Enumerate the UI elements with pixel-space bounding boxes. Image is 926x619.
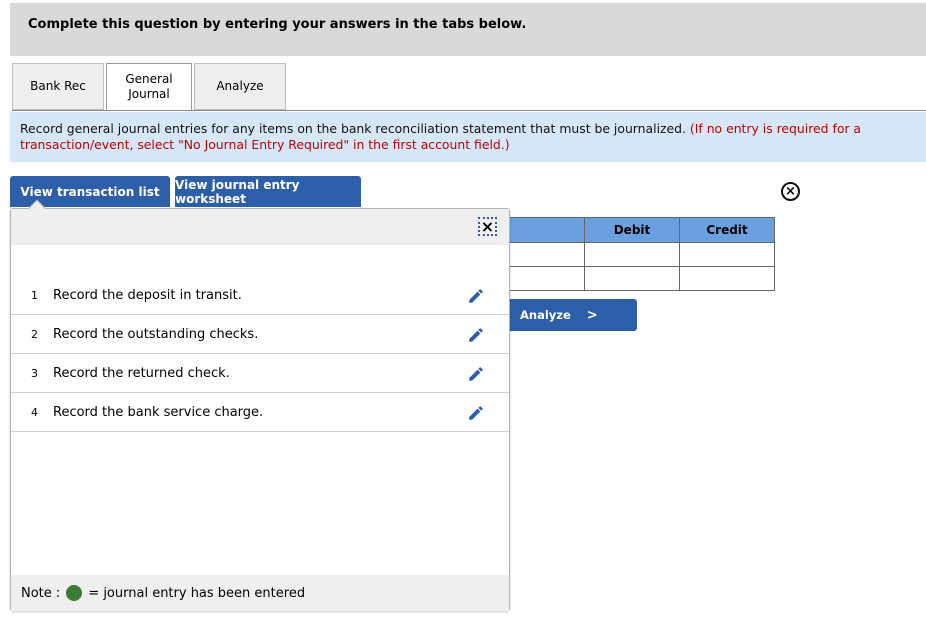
- popup-header: ×: [11, 209, 509, 245]
- cell-debit[interactable]: [584, 266, 680, 291]
- note-prefix: Note :: [21, 585, 61, 601]
- pencil-icon[interactable]: [467, 326, 485, 344]
- pencil-icon[interactable]: [467, 404, 485, 422]
- tab-bar: Bank Rec General Journal Analyze: [12, 63, 288, 111]
- question-title: Complete this question by entering your …: [28, 17, 527, 32]
- tab-divider: [12, 110, 926, 111]
- instructions-box: Record general journal entries for any i…: [10, 112, 926, 162]
- column-header-account: [508, 217, 585, 243]
- entered-indicator-dot-icon: [66, 585, 83, 601]
- transaction-text: Record the returned check.: [53, 365, 230, 381]
- view-journal-entry-worksheet-button[interactable]: View journal entry worksheet: [175, 176, 361, 207]
- close-circle-icon[interactable]: ×: [781, 182, 800, 201]
- tab-label: Bank Rec: [30, 79, 86, 93]
- tab-label: General Journal: [125, 72, 173, 101]
- table-header-row: Debit Credit: [508, 217, 775, 243]
- cell-account[interactable]: [508, 266, 585, 291]
- cell-account[interactable]: [508, 242, 585, 267]
- close-icon[interactable]: ×: [478, 217, 497, 236]
- transaction-text: Record the deposit in transit.: [53, 287, 242, 303]
- transaction-list-popup: × 1 Record the deposit in transit. 2 Rec…: [10, 199, 510, 611]
- list-item[interactable]: 1 Record the deposit in transit.: [11, 276, 509, 315]
- analyze-button[interactable]: Analyze >: [509, 299, 637, 331]
- note-text: = journal entry has been entered: [88, 585, 306, 601]
- pencil-icon[interactable]: [467, 287, 485, 305]
- cell-credit[interactable]: [679, 266, 775, 291]
- tab-bank-rec[interactable]: Bank Rec: [12, 63, 104, 110]
- chevron-right-icon: >: [586, 307, 598, 323]
- journal-worksheet-table: Debit Credit: [508, 217, 775, 291]
- tab-label: Analyze: [216, 79, 264, 93]
- column-header-debit: Debit: [584, 217, 680, 243]
- transaction-text: Record the outstanding checks.: [53, 326, 259, 342]
- list-item[interactable]: 3 Record the returned check.: [11, 354, 509, 393]
- tab-analyze[interactable]: Analyze: [194, 63, 286, 110]
- cell-debit[interactable]: [584, 242, 680, 267]
- tab-general-journal[interactable]: General Journal: [106, 63, 192, 111]
- transaction-list: 1 Record the deposit in transit. 2 Recor…: [11, 276, 509, 432]
- transaction-number: 4: [31, 405, 38, 419]
- popup-footer-note: Note : = journal entry has been entered: [11, 575, 509, 611]
- cell-credit[interactable]: [679, 242, 775, 267]
- pencil-icon[interactable]: [467, 365, 485, 383]
- list-item[interactable]: 2 Record the outstanding checks.: [11, 315, 509, 354]
- list-item[interactable]: 4 Record the bank service charge.: [11, 393, 509, 432]
- analyze-label: Analyze: [520, 308, 571, 322]
- instructions-text: Record general journal entries for any i…: [20, 121, 686, 136]
- transaction-number: 3: [31, 366, 38, 380]
- table-row: [508, 266, 775, 291]
- transaction-text: Record the bank service charge.: [53, 404, 264, 420]
- table-row: [508, 242, 775, 267]
- column-header-credit: Credit: [679, 217, 775, 243]
- transaction-number: 1: [31, 288, 38, 302]
- question-header: Complete this question by entering your …: [10, 3, 926, 56]
- transaction-number: 2: [31, 327, 38, 341]
